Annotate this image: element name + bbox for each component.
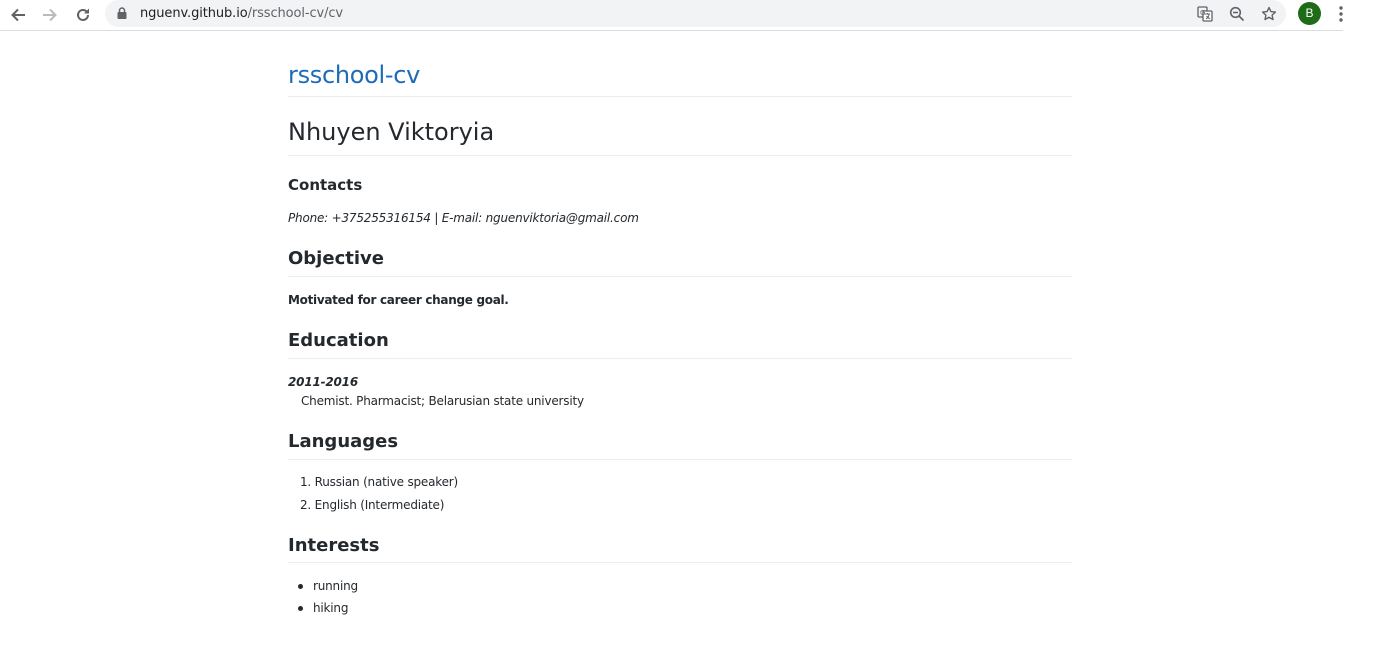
site-header: rsschool-cv	[288, 32, 1072, 97]
education-description: Chemist. Pharmacist; Belarusian state un…	[301, 394, 584, 408]
url-text[interactable]: nguenv.github.io/rsschool-cv/cv	[140, 5, 343, 22]
forward-button[interactable]	[37, 2, 63, 28]
url-path: /rsschool-cv/cv	[247, 6, 344, 21]
education-divider	[288, 358, 1072, 359]
education-period: 2011-2016	[288, 375, 358, 389]
interests-heading: Interests	[288, 535, 380, 556]
site-title-link[interactable]: rsschool-cv	[288, 59, 420, 91]
language-item: 2. English (Intermediate)	[300, 498, 445, 512]
list-bullet	[298, 606, 303, 611]
contacts-details: Phone: +375255316154 | E-mail: nguenvikt…	[288, 211, 639, 225]
arrow-left-icon	[11, 8, 25, 22]
back-button[interactable]	[5, 2, 31, 28]
objective-divider	[288, 276, 1072, 277]
reload-icon	[77, 8, 89, 21]
svg-text:G: G	[1200, 9, 1205, 17]
arrow-right-icon	[43, 8, 57, 22]
profile-avatar[interactable]: B	[1298, 2, 1321, 25]
objective-text: Motivated for career change goal.	[288, 293, 509, 307]
browser-toolbar: nguenv.github.io/rsschool-cv/cv G B	[0, 0, 1343, 31]
page-title: Nhuyen Viktoryia	[288, 118, 495, 146]
list-bullet	[298, 584, 303, 589]
interest-item: running	[313, 579, 358, 593]
languages-heading: Languages	[288, 431, 399, 452]
contacts-heading: Contacts	[288, 176, 363, 194]
interest-item: hiking	[313, 601, 349, 615]
url-host: nguenv.github.io	[140, 6, 248, 21]
reload-button[interactable]	[70, 2, 96, 28]
education-heading: Education	[288, 330, 389, 351]
zoom-out-icon[interactable]	[1227, 4, 1247, 24]
lock-icon[interactable]	[117, 7, 127, 19]
title-divider	[288, 155, 1072, 156]
address-bar[interactable]: nguenv.github.io/rsschool-cv/cv G	[105, 0, 1286, 27]
star-icon[interactable]	[1259, 4, 1279, 24]
page-content: rsschool-cv Nhuyen Viktoryia Contacts Ph…	[288, 32, 1072, 615]
language-item: 1. Russian (native speaker)	[300, 475, 458, 489]
translate-icon[interactable]: G	[1195, 4, 1215, 24]
objective-heading: Objective	[288, 248, 384, 269]
languages-divider	[288, 459, 1072, 460]
interests-divider	[288, 562, 1072, 563]
kebab-menu-icon[interactable]	[1334, 5, 1348, 23]
